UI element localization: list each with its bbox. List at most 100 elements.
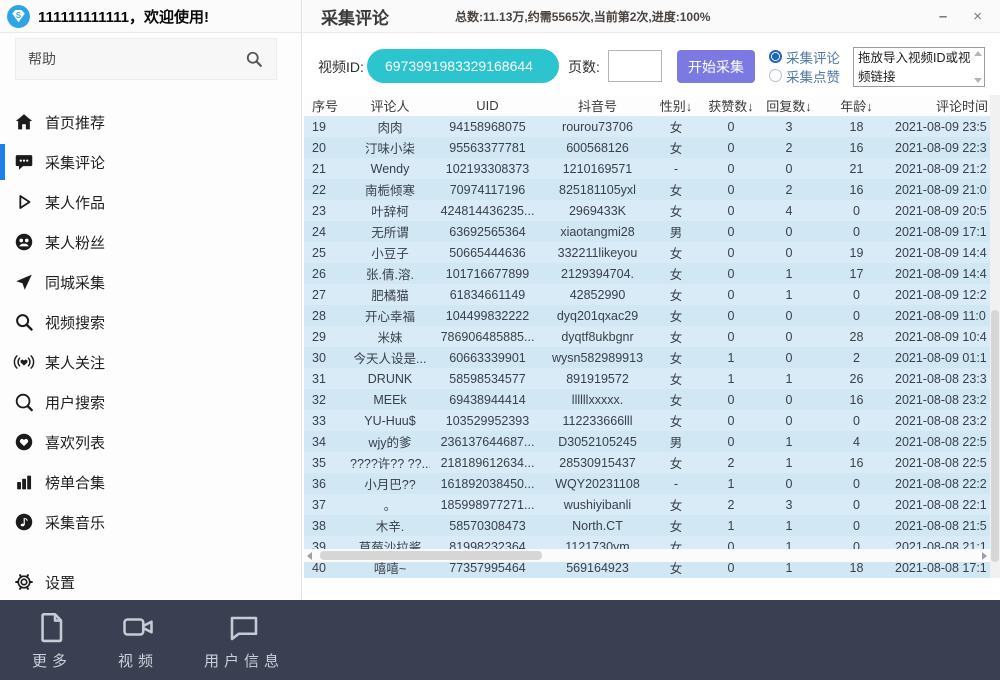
vertical-scrollbar[interactable] bbox=[990, 95, 1000, 578]
search-icon[interactable] bbox=[244, 49, 264, 69]
sidebar-item-home-recommend[interactable]: 首页推荐 bbox=[0, 102, 301, 142]
spinner-up-icon[interactable] bbox=[974, 51, 982, 56]
table-row[interactable]: 21Wendy1021933083731210169571-00212021-0… bbox=[304, 158, 990, 179]
play-icon bbox=[12, 190, 36, 214]
sidebar-item-user-search[interactable]: 用户搜索 bbox=[0, 382, 301, 422]
drop-import-area[interactable]: 拖放导入视频ID或视频链接 bbox=[853, 47, 985, 87]
sidebar-item-user-fans[interactable]: 某人粉丝 bbox=[0, 222, 301, 262]
table-cell: llllllxxxxx. bbox=[545, 389, 650, 410]
bottombar-item-user-info[interactable]: 用户信息 bbox=[204, 609, 284, 671]
horizontal-scrollbar-thumb[interactable] bbox=[320, 551, 542, 560]
table-row[interactable]: 29米妹786906485885...dyqtf8ukbgnr女00282021… bbox=[304, 326, 990, 347]
table-cell: 2 bbox=[702, 494, 760, 515]
help-search-input[interactable] bbox=[16, 51, 244, 67]
sidebar: 111111111111，欢迎使用! 首页推荐采集评论某人作品某人粉丝同城采集视… bbox=[0, 0, 302, 600]
column-header[interactable]: 评论人 bbox=[350, 95, 430, 116]
table-row[interactable]: 20汀味小柒95563377781600568126女02162021-08-0… bbox=[304, 137, 990, 158]
table-cell: 女 bbox=[650, 515, 702, 536]
sidebar-item-label: 某人作品 bbox=[45, 192, 105, 213]
table-cell: 今天人设是... bbox=[350, 347, 430, 368]
main-panel: 采集评论 总数:11.13万,约需5565次,当前第2次,进度:100% – ×… bbox=[303, 0, 1000, 600]
table-cell: 米妹 bbox=[350, 326, 430, 347]
table-row[interactable]: 34wjy的爹236137644687...D3052105245男014202… bbox=[304, 431, 990, 452]
table-cell: 2021-08-09 01:1 bbox=[895, 347, 990, 368]
table-row[interactable]: 37。185998977271...wushiyibanli女2302021-0… bbox=[304, 494, 990, 515]
sidebar-item-collect-comments[interactable]: 采集评论 bbox=[0, 142, 301, 182]
pages-input[interactable] bbox=[608, 50, 662, 82]
sidebar-item-like-list[interactable]: 喜欢列表 bbox=[0, 422, 301, 462]
video-id-input[interactable] bbox=[367, 58, 559, 74]
table-cell: 37 bbox=[304, 494, 350, 515]
column-header[interactable]: 获赞数↓ bbox=[702, 95, 760, 116]
heartc-icon bbox=[12, 430, 36, 454]
table-row[interactable]: 22南栀倾寒70974117196825181105yxl女02162021-0… bbox=[304, 179, 990, 200]
table-row[interactable]: 26张.倩.溶.1017166778992129394704.女01172021… bbox=[304, 263, 990, 284]
bottombar-item-label: 视频 bbox=[118, 650, 158, 671]
table-cell: 2021-08-09 14:4 bbox=[895, 242, 990, 263]
horizontal-scrollbar[interactable] bbox=[304, 549, 990, 562]
scroll-right-arrow-icon[interactable] bbox=[982, 552, 987, 560]
table-row[interactable]: 38木辛.58570308473North.CT女1102021-08-08 2… bbox=[304, 515, 990, 536]
sidebar-item-city-collect[interactable]: 同城采集 bbox=[0, 262, 301, 302]
table-row[interactable]: 35????许?? ??...218189612634...2853091543… bbox=[304, 452, 990, 473]
table-row[interactable]: 19肉肉94158968075rourou73706女03182021-08-0… bbox=[304, 116, 990, 137]
minimize-button[interactable]: – bbox=[939, 9, 947, 24]
sidebar-item-user-follow[interactable]: 某人关注 bbox=[0, 342, 301, 382]
table-cell: 36 bbox=[304, 473, 350, 494]
table-row[interactable]: 33YU-Huu$103529952393112233666lll女000202… bbox=[304, 410, 990, 431]
sidebar-item-rank-collection[interactable]: 榜单合集 bbox=[0, 462, 301, 502]
table-cell: 女 bbox=[650, 242, 702, 263]
table-row[interactable]: 25小豆子50665444636332211likeyou女00192021-0… bbox=[304, 242, 990, 263]
table-cell: 2021-08-09 20:5 bbox=[895, 200, 990, 221]
comments-table: 序号评论人UID抖音号性别↓获赞数↓回复数↓年龄↓评论时间 19肉肉941589… bbox=[304, 95, 990, 578]
radio-label: 采集点赞 bbox=[786, 66, 840, 86]
start-collect-button[interactable]: 开始采集 bbox=[677, 50, 755, 83]
column-header[interactable]: 性别↓ bbox=[650, 95, 702, 116]
column-header[interactable]: 回复数↓ bbox=[760, 95, 818, 116]
sidebar-item-settings[interactable]: 设置 bbox=[0, 562, 301, 602]
table-row[interactable]: 30今天人设是...60663339901wysn582989913女10220… bbox=[304, 347, 990, 368]
table-cell: 20 bbox=[304, 137, 350, 158]
table-cell: 19 bbox=[818, 242, 895, 263]
table-row[interactable]: 32MEEk69438944414llllllxxxxx.女00162021-0… bbox=[304, 389, 990, 410]
column-header[interactable]: 序号 bbox=[304, 95, 350, 116]
scroll-left-arrow-icon[interactable] bbox=[307, 552, 312, 560]
column-header[interactable]: UID bbox=[430, 95, 545, 116]
table-cell: 4 bbox=[818, 431, 895, 452]
table-cell: 女 bbox=[650, 284, 702, 305]
bottombar-item-video[interactable]: 视频 bbox=[118, 609, 158, 671]
sidebar-item-label: 喜欢列表 bbox=[45, 432, 105, 453]
table-row[interactable]: 28开心幸福104499832222dyq201qxac29女0002021-0… bbox=[304, 305, 990, 326]
title-bar: 采集评论 总数:11.13万,约需5565次,当前第2次,进度:100% – × bbox=[303, 0, 1000, 33]
table-row[interactable]: 36小月巴??161892038450...WQY20231108-100202… bbox=[304, 473, 990, 494]
app-window: 111111111111，欢迎使用! 首页推荐采集评论某人作品某人粉丝同城采集视… bbox=[0, 0, 1000, 680]
table-row[interactable]: 24无所谓63692565364xiaotangmi28男0002021-08-… bbox=[304, 221, 990, 242]
vertical-scrollbar-thumb[interactable] bbox=[991, 310, 999, 562]
table-cell: 70974117196 bbox=[430, 179, 545, 200]
sidebar-item-video-search[interactable]: 视频搜索 bbox=[0, 302, 301, 342]
bottombar-item-more[interactable]: 更多 bbox=[32, 609, 72, 671]
column-header[interactable]: 年龄↓ bbox=[818, 95, 895, 116]
table-cell: 0 bbox=[702, 158, 760, 179]
column-header[interactable]: 评论时间 bbox=[895, 95, 990, 116]
column-header[interactable]: 抖音号 bbox=[545, 95, 650, 116]
table-cell: 28 bbox=[818, 326, 895, 347]
sidebar-item-user-works[interactable]: 某人作品 bbox=[0, 182, 301, 222]
table-row[interactable]: 31DRUNK58598534577891919572女11262021-08-… bbox=[304, 368, 990, 389]
sidebar-item-collect-music[interactable]: 采集音乐 bbox=[0, 502, 301, 542]
radio-unselected-icon bbox=[769, 69, 782, 82]
table-cell: 60663339901 bbox=[430, 347, 545, 368]
sidebar-item-label: 同城采集 bbox=[45, 272, 105, 293]
table-cell: 0 bbox=[702, 137, 760, 158]
radio-collect-likes[interactable]: 采集点赞 bbox=[769, 67, 840, 84]
table-cell: 0 bbox=[760, 347, 818, 368]
table-row[interactable]: 27肥橘猫6183466114942852990女0102021-08-09 1… bbox=[304, 284, 990, 305]
radio-collect-comments[interactable]: 采集评论 bbox=[769, 48, 840, 65]
table-cell: 19 bbox=[304, 116, 350, 137]
table-cell: wjy的爹 bbox=[350, 431, 430, 452]
table-row[interactable]: 23叶辞柯424814436235...2969433K女0402021-08-… bbox=[304, 200, 990, 221]
spinner-down-icon[interactable] bbox=[974, 78, 982, 83]
table-cell: 1210169571 bbox=[545, 158, 650, 179]
close-button[interactable]: × bbox=[973, 9, 982, 24]
bars-icon bbox=[12, 470, 36, 494]
